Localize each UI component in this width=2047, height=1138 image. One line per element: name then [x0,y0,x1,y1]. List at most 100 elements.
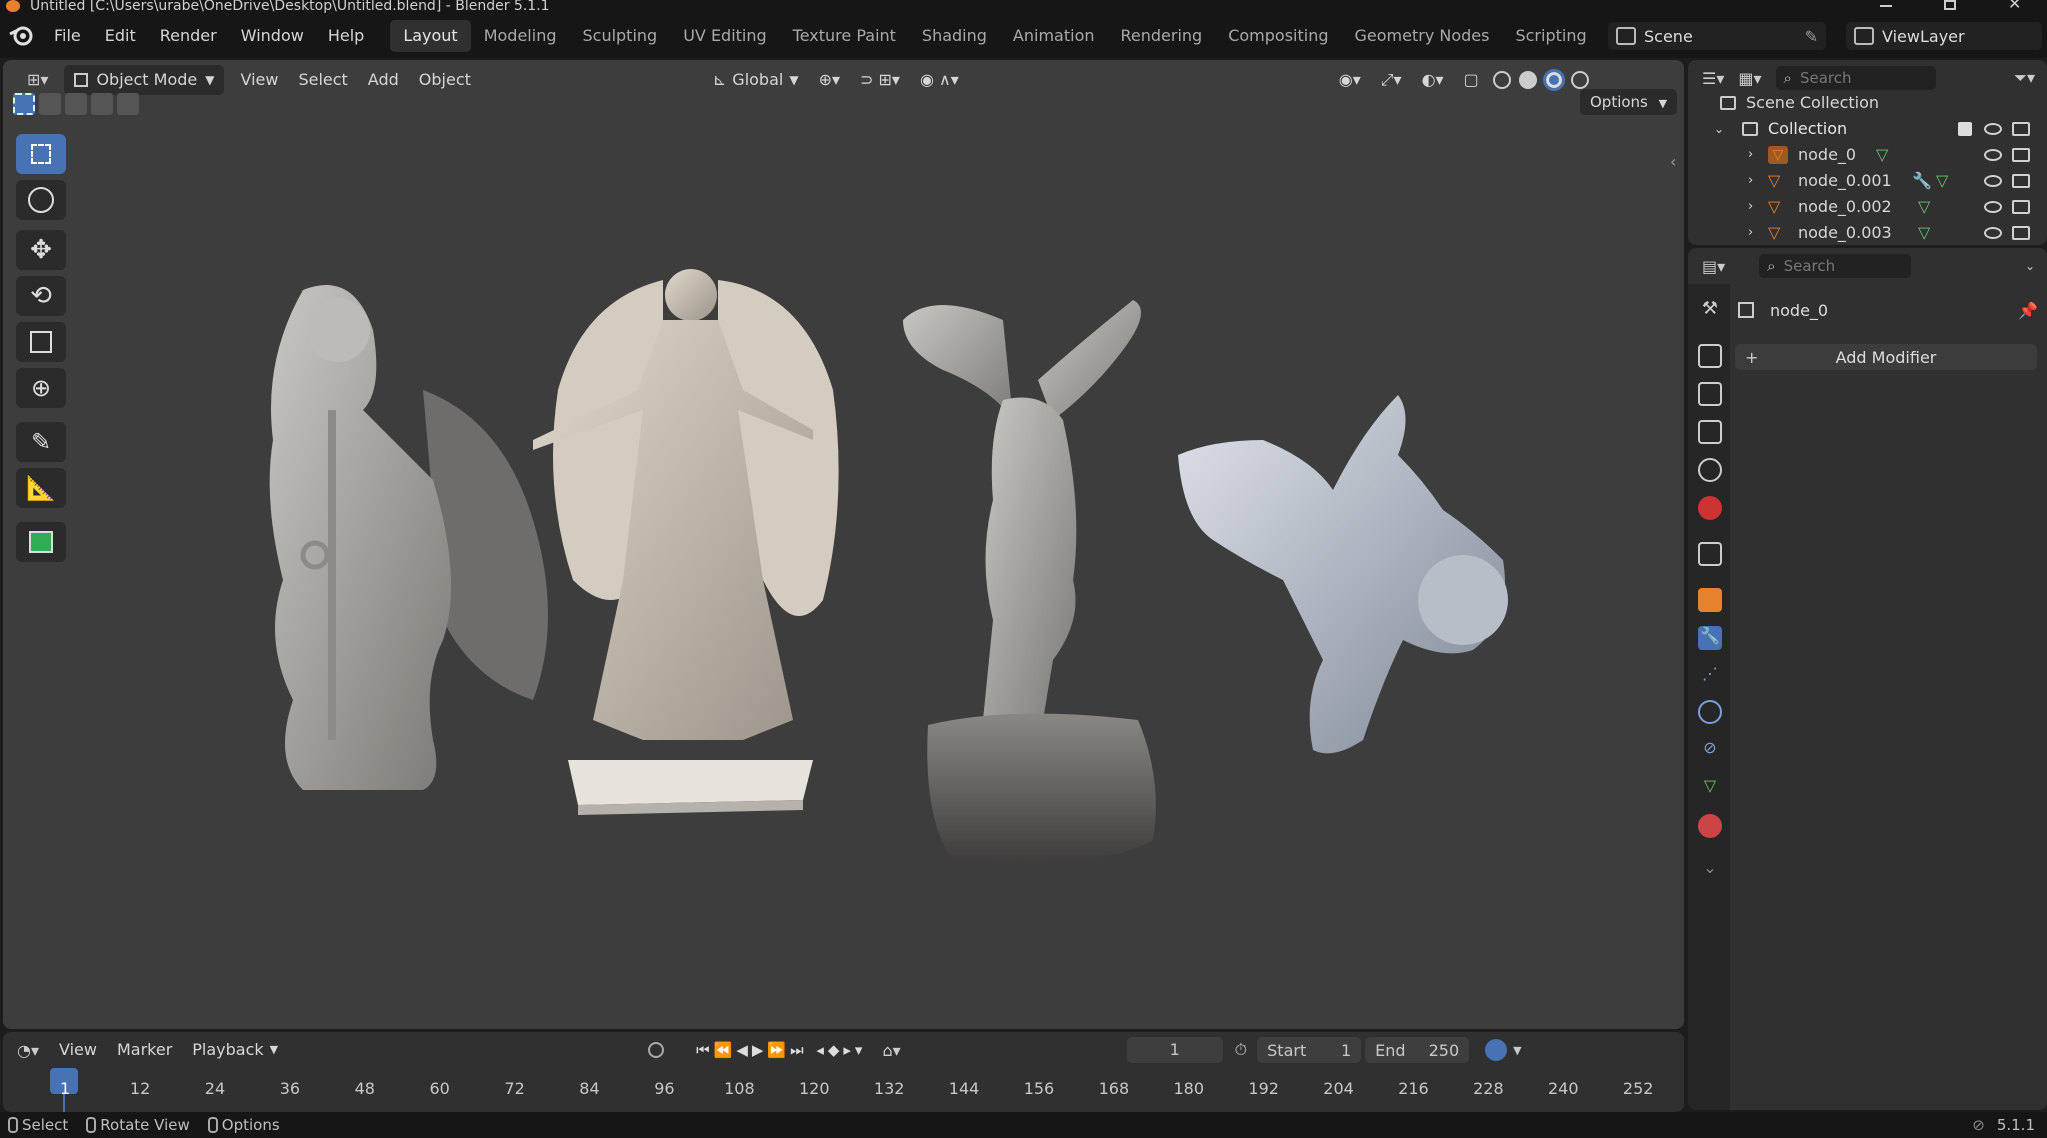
sync-icon[interactable] [1485,1039,1508,1061]
collection-tab-icon[interactable] [1698,542,1722,566]
menu-edit[interactable]: Edit [93,20,148,52]
eye-icon[interactable] [1984,123,2002,135]
chevron-down-icon[interactable]: ▼ [1513,1044,1521,1057]
camera-icon[interactable] [2012,226,2030,240]
tab-uv-editing[interactable]: UV Editing [670,20,779,52]
add-modifier-button[interactable]: + Add Modifier [1735,344,2037,370]
scene-objects[interactable] [3,60,1684,1029]
tab-shading[interactable]: Shading [909,20,1000,52]
end-frame-field[interactable]: End 250 [1365,1037,1470,1063]
menu-help[interactable]: Help [316,20,376,52]
statue-standing-angel[interactable] [533,269,839,815]
current-frame-field[interactable]: 1 [1126,1037,1223,1063]
timeline-editor-icon[interactable]: ◔▾ [17,1041,39,1060]
physics-tab-icon[interactable] [1698,700,1722,724]
tab-animation[interactable]: Animation [1000,20,1108,52]
display-mode-icon[interactable]: ▦▾ [1738,69,1761,88]
outliner-collection[interactable]: ⌄ Collection [1688,116,2047,142]
menu-file[interactable]: File [42,20,93,52]
scene-selector[interactable]: Scene ✎ [1608,22,1826,50]
statue-cherub[interactable] [1178,395,1508,754]
stopwatch-icon[interactable]: ⏱ [1235,1040,1247,1060]
tab-scripting[interactable]: Scripting [1502,20,1599,52]
3d-viewport[interactable]: ⊞▾ Object Mode ▼ View Select Add Object … [3,60,1684,1029]
particles-tab-icon[interactable]: ⋰ [1698,664,1722,688]
outliner-node-0-003[interactable]: › ▽ node_0.003 ▽ [1688,220,2047,245]
checkbox-icon[interactable] [1958,122,1972,136]
chevron-down-icon[interactable]: ⌄ [2025,259,2035,273]
view-layer-tab-icon[interactable] [1698,420,1722,444]
outliner-node-0-002[interactable]: › ▽ node_0.002 ▽ [1688,194,2047,220]
viewlayer-selector[interactable]: ViewLayer [1846,22,2042,50]
menu-render[interactable]: Render [148,20,229,52]
outliner-scene-collection[interactable]: Scene Collection [1688,90,2047,116]
tab-rendering[interactable]: Rendering [1108,20,1216,52]
chevron-right-icon[interactable]: › [1748,220,1753,245]
camera-icon[interactable] [2012,122,2030,136]
constraints-tab-icon[interactable]: ⊘ [1698,738,1722,762]
outliner-node-0-001[interactable]: › ▽ node_0.001 🔧 ▽ [1688,168,2047,194]
pin-icon[interactable]: ✎ [1805,27,1818,46]
eye-icon[interactable] [1984,175,2002,187]
filter-icon[interactable]: ⏷▾ [2014,68,2035,88]
maximize-icon[interactable] [1944,0,1956,10]
tab-compositing[interactable]: Compositing [1215,20,1341,52]
material-tab-icon[interactable] [1698,814,1722,838]
render-tab-icon[interactable] [1698,344,1722,368]
start-label: Start [1267,1040,1307,1060]
status-rotate: Rotate View [100,1116,190,1134]
output-tab-icon[interactable] [1698,382,1722,406]
tool-tab-icon[interactable]: ⚒ [1698,298,1722,322]
keying-icon[interactable]: ⌂▾ [882,1041,900,1060]
properties-editor-icon[interactable]: ▤▾ [1702,257,1725,276]
outliner-editor-icon[interactable]: ☰▾ [1702,69,1724,88]
object-tab-icon[interactable] [1698,588,1722,612]
properties-header: ▤▾ ⌕ Search ⌄ [1688,248,2047,284]
eye-icon[interactable] [1984,149,2002,161]
playback-controls[interactable]: ⏮⏪◀▶⏩⏭ ◂◆▸▾ [696,1041,866,1059]
camera-icon[interactable] [2012,174,2030,188]
timeline-tick-label: 96 [654,1079,675,1098]
timeline-playback-menu[interactable]: Playback ▼ [182,1035,288,1065]
statue-winged-victory[interactable] [903,300,1156,863]
properties-search-input[interactable]: ⌕ Search [1759,254,1912,278]
pin-icon[interactable]: 📌 [2018,301,2038,320]
timeline-marker-menu[interactable]: Marker [107,1035,182,1065]
scene-tab-icon[interactable] [1698,458,1722,482]
object-name-row: node_0 📌 [1738,298,2038,322]
outliner-search-input[interactable]: ⌕ Search [1775,66,1936,90]
modifier-tab-icon[interactable]: 🔧 [1698,626,1722,650]
menu-window[interactable]: Window [229,20,316,52]
minimize-icon[interactable] [1880,5,1892,7]
timeline-ruler[interactable] [3,1068,1684,1112]
wrench-icon: 🔧 [1912,171,1932,190]
tab-layout[interactable]: Layout [390,20,471,52]
chevron-right-icon[interactable]: › [1748,194,1753,220]
camera-icon[interactable] [2012,148,2030,162]
timeline-view-menu[interactable]: View [49,1035,107,1065]
collection-label: Collection [1768,119,1848,138]
statue-seated-angel[interactable] [269,285,548,790]
tab-texture-paint[interactable]: Texture Paint [780,20,909,52]
start-value: 1 [1340,1040,1352,1060]
timeline-tick-label: 12 [129,1079,151,1098]
outliner-node-0[interactable]: › ▽ node_0 ▽ [1688,142,2047,168]
record-icon[interactable] [648,1042,665,1058]
more-tabs-icon[interactable]: ⌄ [1698,858,1722,882]
tab-geometry-nodes[interactable]: Geometry Nodes [1342,20,1503,52]
blender-menu-icon[interactable] [8,24,40,48]
eye-icon[interactable] [1984,227,2002,239]
world-tab-icon[interactable] [1698,496,1722,520]
data-tab-icon[interactable]: ▽ [1698,776,1722,800]
collection-icon [1742,122,1758,136]
tab-sculpting[interactable]: Sculpting [569,20,670,52]
camera-icon[interactable] [2012,200,2030,214]
chevron-down-icon[interactable]: ⌄ [1714,116,1724,142]
chevron-right-icon[interactable]: › [1748,142,1753,168]
eye-icon[interactable] [1984,201,2002,213]
playback-label: Playback [192,1040,264,1059]
tab-modeling[interactable]: Modeling [471,20,570,52]
close-window-icon[interactable]: ✕ [2008,0,2021,12]
start-frame-field[interactable]: Start 1 [1257,1037,1362,1063]
chevron-right-icon[interactable]: › [1748,168,1753,194]
